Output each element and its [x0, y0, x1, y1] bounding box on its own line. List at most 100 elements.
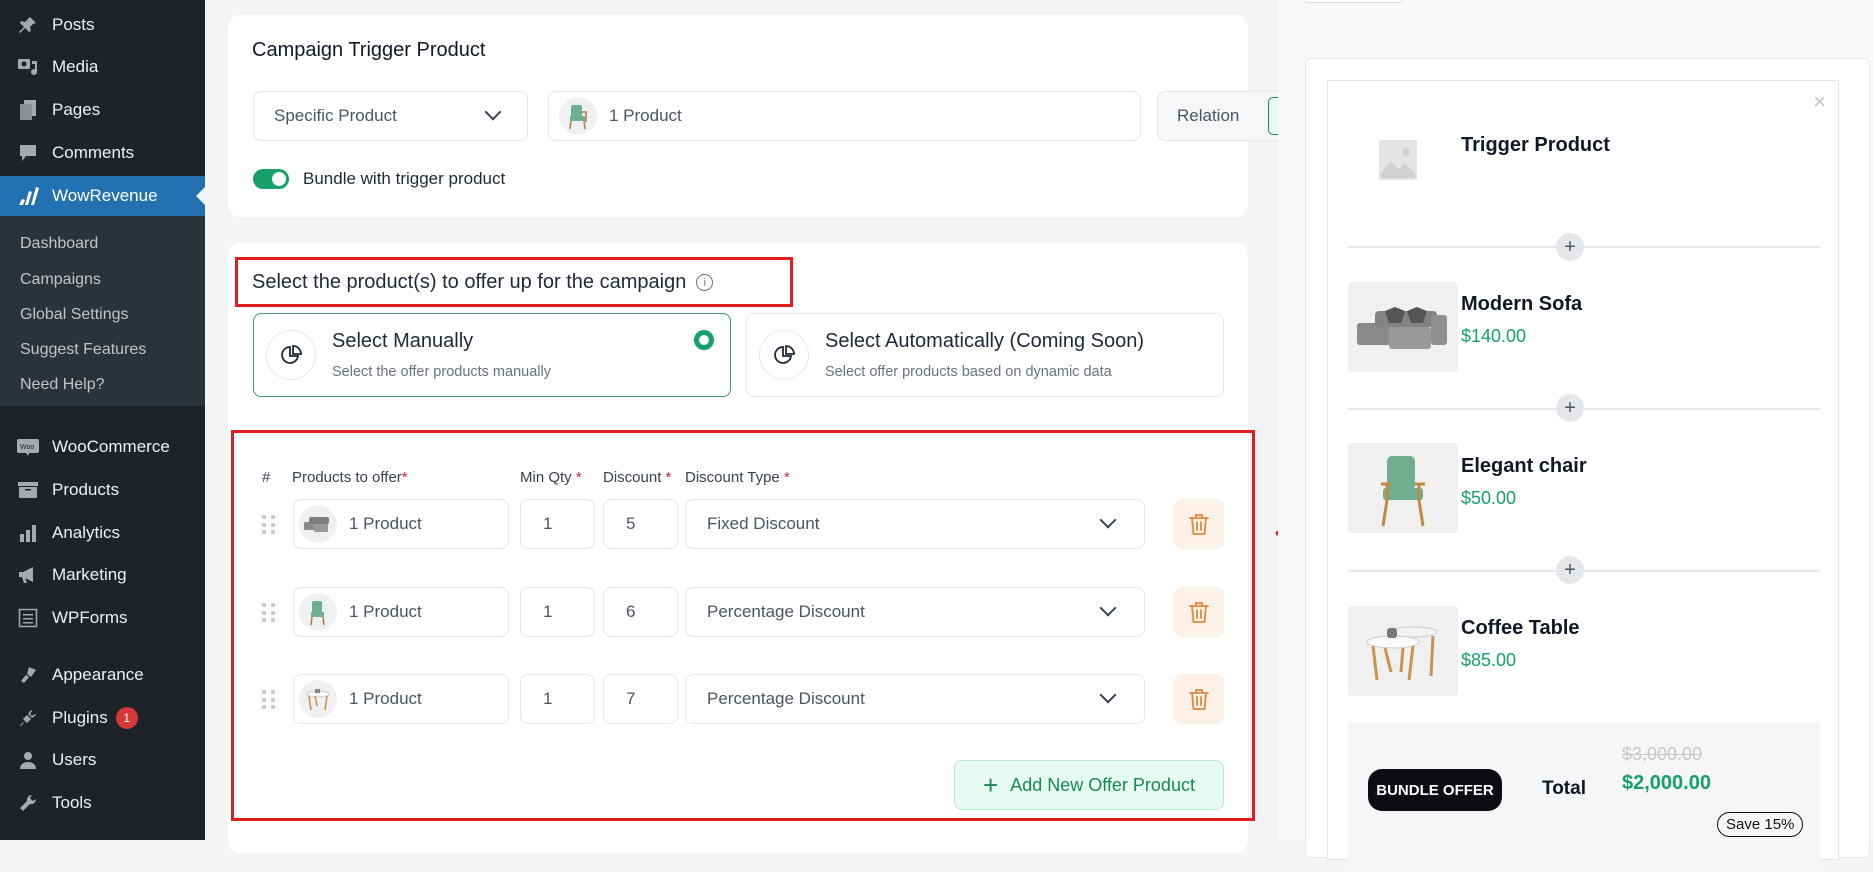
preview-product-price: $50.00: [1461, 488, 1517, 508]
discount-value: 7: [626, 689, 636, 708]
pages-icon: [14, 98, 42, 122]
sidebar-item-posts[interactable]: Posts: [0, 5, 205, 45]
sidebar-item-woocommerce[interactable]: Woo WooCommerce: [0, 427, 205, 467]
discount-type-select[interactable]: Percentage Discount: [685, 587, 1145, 637]
add-offer-product-button[interactable]: + Add New Offer Product: [954, 760, 1224, 810]
submenu-dashboard[interactable]: Dashboard: [20, 235, 98, 253]
col-header-discount: Discount *: [603, 469, 671, 486]
close-icon[interactable]: ×: [1813, 89, 1826, 115]
min-qty-input[interactable]: 1: [520, 499, 595, 549]
bundle-toggle[interactable]: [253, 169, 289, 189]
submenu-campaigns[interactable]: Campaigns: [20, 271, 101, 289]
delete-row-button[interactable]: [1174, 499, 1224, 549]
bundle-offer-badge: BUNDLE OFFER: [1368, 769, 1502, 811]
plus-icon[interactable]: +: [1556, 556, 1584, 584]
option-subtitle: Select offer products based on dynamic d…: [825, 364, 1112, 380]
plus-icon[interactable]: +: [1556, 233, 1584, 261]
trigger-type-value: Specific Product: [274, 106, 397, 125]
coffee-table-thumbnail: [1348, 606, 1458, 696]
divider: [1348, 246, 1820, 248]
col-header-discount-type: Discount Type *: [685, 469, 790, 486]
form-icon: [14, 606, 42, 630]
submenu-global-settings[interactable]: Global Settings: [20, 306, 129, 324]
discount-type-value: Percentage Discount: [707, 602, 865, 621]
offer-heading: Select the product(s) to offer up for th…: [252, 271, 714, 294]
sidebar-item-label: WPForms: [52, 608, 128, 627]
total-label: Total: [1542, 778, 1586, 799]
offer-product-count: 1 Product: [349, 689, 422, 708]
radio-selected[interactable]: [694, 330, 714, 350]
plus-icon[interactable]: +: [1556, 394, 1584, 422]
save-badge: Save 15%: [1717, 812, 1804, 837]
sidebar-item-label: Marketing: [52, 565, 127, 584]
sidebar-item-label: WowRevenue: [52, 186, 158, 205]
discount-input[interactable]: 6: [603, 587, 678, 637]
offer-product-field[interactable]: 1 Product: [293, 587, 509, 637]
device-toggle[interactable]: [1303, 0, 1403, 3]
sidebar-item-marketing[interactable]: Marketing: [0, 555, 205, 595]
option-select-automatically[interactable]: Select Automatically (Coming Soon) Selec…: [746, 313, 1224, 397]
delete-row-button[interactable]: [1174, 587, 1224, 637]
sidebar-item-wowrevenue[interactable]: WowRevenue: [0, 176, 205, 216]
wowrevenue-icon: [14, 184, 42, 208]
col-header-products: Products to offer*: [292, 469, 408, 486]
plus-icon: +: [983, 770, 999, 800]
required-mark: *: [575, 469, 582, 486]
min-qty-input[interactable]: 1: [520, 674, 595, 724]
sidebar-item-pages[interactable]: Pages: [0, 90, 205, 130]
discount-type-value: Percentage Discount: [707, 689, 865, 708]
trigger-type-select[interactable]: Specific Product: [253, 91, 528, 141]
sale-price: $2,000.00: [1622, 772, 1711, 794]
sidebar-item-products[interactable]: Products: [0, 470, 205, 510]
submenu-suggest-features[interactable]: Suggest Features: [20, 341, 146, 359]
chevron-down-icon: [1099, 686, 1117, 704]
plug-icon: [14, 706, 42, 730]
sidebar-item-label: Analytics: [52, 523, 121, 542]
sidebar-item-media[interactable]: Media: [0, 47, 205, 87]
drag-handle[interactable]: [262, 603, 276, 623]
bar-chart-icon: [14, 521, 42, 545]
wowrevenue-submenu: Dashboard Campaigns Global Settings Sugg…: [0, 216, 205, 406]
sidebar-item-users[interactable]: Users: [0, 740, 205, 780]
offer-product-count: 1 Product: [349, 514, 422, 533]
chevron-down-icon: [1099, 599, 1117, 617]
discount-input[interactable]: 7: [603, 674, 678, 724]
comment-icon: [14, 141, 42, 165]
sidebar-item-tools[interactable]: Tools: [0, 783, 205, 823]
trigger-product-field[interactable]: 1 Product: [548, 91, 1141, 141]
sidebar-item-comments[interactable]: Comments: [0, 133, 205, 173]
discount-type-select[interactable]: Fixed Discount: [685, 499, 1145, 549]
trash-icon: [1189, 514, 1209, 535]
drag-handle[interactable]: [262, 690, 276, 710]
discount-value: 6: [626, 602, 636, 621]
col-header-text: Discount Type: [685, 469, 780, 486]
discount-input[interactable]: 5: [603, 499, 678, 549]
col-header-text: Min Qty: [520, 469, 572, 486]
divider: [1348, 570, 1820, 572]
sidebar-item-label: Products: [52, 480, 120, 499]
required-mark: *: [783, 469, 790, 486]
offer-product-field[interactable]: 1 Product: [293, 674, 509, 724]
offer-product-field[interactable]: 1 Product: [293, 499, 509, 549]
option-select-manually[interactable]: Select Manually Select the offer product…: [253, 313, 731, 397]
update-count-badge: 1: [115, 707, 138, 729]
sidebar-item-label: Users: [52, 750, 97, 769]
relation-label: Relation: [1177, 106, 1240, 125]
submenu-need-help[interactable]: Need Help?: [20, 376, 105, 394]
admin-sidebar: Posts Media Pages Comments WowRevenue Da…: [0, 0, 205, 840]
info-icon[interactable]: i: [696, 274, 714, 291]
min-qty-input[interactable]: 1: [520, 587, 595, 637]
preview-product-price: $140.00: [1461, 326, 1527, 346]
drag-handle[interactable]: [262, 515, 276, 535]
sidebar-item-appearance[interactable]: Appearance: [0, 655, 205, 695]
col-header-text: Products to offer: [292, 469, 402, 486]
option-title: Select Manually: [332, 330, 474, 352]
trigger-product-card: Campaign Trigger Product Specific Produc…: [228, 15, 1351, 217]
wrench-icon: [14, 791, 42, 815]
sidebar-item-plugins[interactable]: Plugins 1: [0, 698, 205, 738]
sidebar-item-analytics[interactable]: Analytics: [0, 513, 205, 553]
delete-row-button[interactable]: [1174, 674, 1224, 724]
discount-type-select[interactable]: Percentage Discount: [685, 674, 1145, 724]
col-header-text: Discount: [603, 469, 662, 486]
sidebar-item-wpforms[interactable]: WPForms: [0, 598, 205, 638]
